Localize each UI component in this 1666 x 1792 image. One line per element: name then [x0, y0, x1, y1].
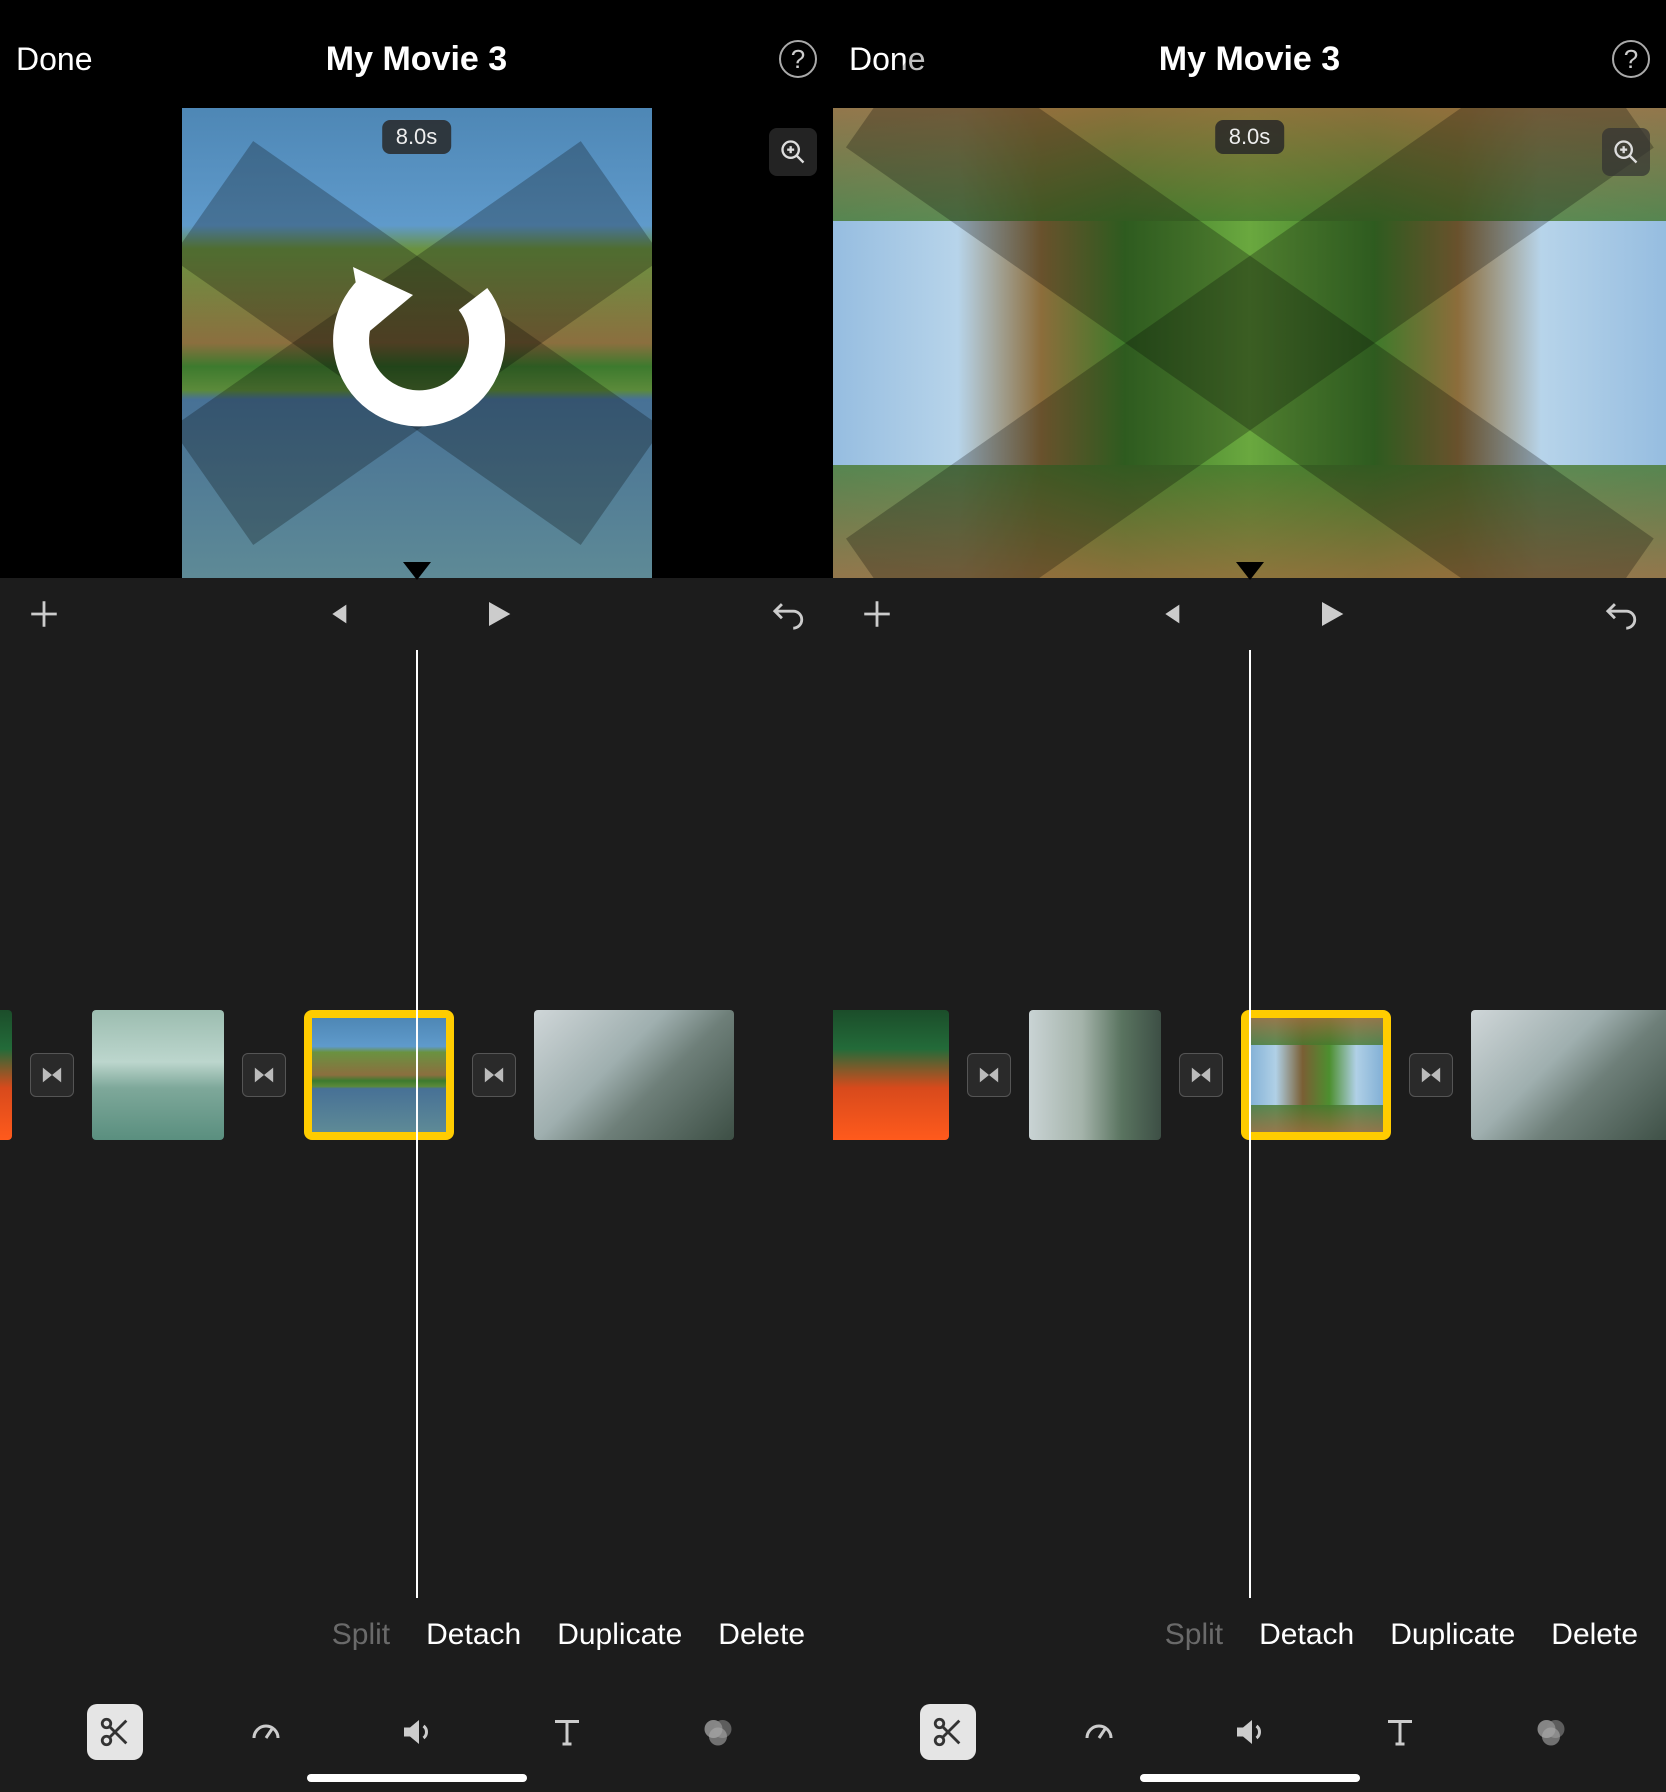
plus-icon	[27, 597, 61, 631]
filters-tool[interactable]	[1523, 1704, 1579, 1760]
help-button[interactable]: ?	[779, 40, 817, 78]
clips-strip	[833, 1010, 1662, 1140]
skip-start-button[interactable]	[317, 594, 357, 634]
header: Done My Movie 3 ?	[833, 0, 1666, 108]
transition-3[interactable]	[472, 1053, 516, 1097]
transition-3[interactable]	[1409, 1053, 1453, 1097]
audio-tool[interactable]	[1221, 1704, 1277, 1760]
playhead-line	[416, 650, 418, 1598]
home-indicator	[307, 1774, 527, 1782]
delete-action[interactable]: Delete	[718, 1618, 805, 1652]
text-icon	[1382, 1714, 1418, 1750]
play-button[interactable]	[477, 594, 517, 634]
done-button[interactable]: Done	[16, 41, 93, 78]
skip-previous-icon	[1156, 600, 1184, 628]
clip-4[interactable]	[534, 1010, 734, 1140]
split-action[interactable]: Split	[332, 1618, 390, 1652]
speedometer-icon	[1081, 1714, 1117, 1750]
playhead-line	[1249, 650, 1251, 1598]
preview-area: 8.0s	[833, 108, 1666, 578]
transport-controls	[0, 578, 833, 650]
scissors-tool[interactable]	[87, 1704, 143, 1760]
plus-icon	[860, 597, 894, 631]
delete-action[interactable]: Delete	[1551, 1618, 1638, 1652]
text-tool[interactable]	[539, 1704, 595, 1760]
play-icon	[1314, 598, 1346, 630]
transition-2[interactable]	[1179, 1053, 1223, 1097]
home-indicator	[1140, 1774, 1360, 1782]
transition-1[interactable]	[967, 1053, 1011, 1097]
preview-video[interactable]: 8.0s	[833, 108, 1666, 578]
clip-1[interactable]	[0, 1010, 12, 1140]
clip-2[interactable]	[92, 1010, 224, 1140]
add-media-button[interactable]	[857, 594, 897, 634]
undo-icon	[772, 597, 806, 631]
scissors-tool[interactable]	[920, 1704, 976, 1760]
clips-strip	[0, 1010, 725, 1140]
filters-tool[interactable]	[690, 1704, 746, 1760]
clip-3-selected[interactable]	[1241, 1010, 1391, 1140]
clip-2[interactable]	[1029, 1010, 1161, 1140]
duplicate-action[interactable]: Duplicate	[557, 1618, 682, 1652]
speed-tool[interactable]	[1071, 1704, 1127, 1760]
transition-1[interactable]	[30, 1053, 74, 1097]
play-icon	[481, 598, 513, 630]
undo-button[interactable]	[1602, 594, 1642, 634]
speedometer-icon	[248, 1714, 284, 1750]
project-title: My Movie 3	[326, 40, 507, 79]
playhead-marker	[1236, 562, 1264, 580]
clip-3-selected[interactable]	[304, 1010, 454, 1140]
magnify-plus-icon	[779, 138, 807, 166]
transition-icon	[1420, 1064, 1442, 1086]
filters-icon	[700, 1714, 736, 1750]
undo-button[interactable]	[769, 594, 809, 634]
magnify-plus-icon	[1612, 138, 1640, 166]
filters-icon	[1533, 1714, 1569, 1750]
timeline[interactable]	[833, 650, 1666, 1598]
preview-video[interactable]: 8.0s	[182, 108, 652, 578]
zoom-button[interactable]	[1602, 128, 1650, 176]
duration-badge: 8.0s	[382, 120, 452, 154]
text-tool[interactable]	[1372, 1704, 1428, 1760]
scissors-icon	[98, 1715, 132, 1749]
preview-area: 8.0s	[0, 108, 833, 578]
add-media-button[interactable]	[24, 594, 64, 634]
transition-icon	[41, 1064, 63, 1086]
transport-controls	[833, 578, 1666, 650]
help-button[interactable]: ?	[1612, 40, 1650, 78]
transition-icon	[1190, 1064, 1212, 1086]
scissors-icon	[931, 1715, 965, 1749]
transition-2[interactable]	[242, 1053, 286, 1097]
left-pane: Done My Movie 3 ? 8.0s	[0, 0, 833, 1792]
clip-actions: Split Detach Duplicate Delete	[0, 1598, 833, 1672]
speaker-icon	[1231, 1714, 1267, 1750]
speed-tool[interactable]	[238, 1704, 294, 1760]
clip-1[interactable]	[833, 1010, 949, 1140]
detach-action[interactable]: Detach	[426, 1618, 521, 1652]
timeline[interactable]	[0, 650, 833, 1598]
header: Done My Movie 3 ?	[0, 0, 833, 108]
clip-4[interactable]	[1471, 1010, 1666, 1140]
split-action[interactable]: Split	[1165, 1618, 1223, 1652]
duplicate-action[interactable]: Duplicate	[1390, 1618, 1515, 1652]
transition-icon	[978, 1064, 1000, 1086]
done-button[interactable]: Done	[849, 41, 926, 78]
text-icon	[549, 1714, 585, 1750]
duration-badge: 8.0s	[1215, 120, 1285, 154]
clip-actions: Split Detach Duplicate Delete	[833, 1598, 1666, 1672]
skip-start-button[interactable]	[1150, 594, 1190, 634]
undo-icon	[1605, 597, 1639, 631]
project-title: My Movie 3	[1159, 40, 1340, 79]
detach-action[interactable]: Detach	[1259, 1618, 1354, 1652]
speaker-icon	[398, 1714, 434, 1750]
skip-previous-icon	[323, 600, 351, 628]
playhead-marker	[403, 562, 431, 580]
transition-icon	[253, 1064, 275, 1086]
zoom-button[interactable]	[769, 128, 817, 176]
transition-icon	[483, 1064, 505, 1086]
right-pane: Done My Movie 3 ? 8.0s	[833, 0, 1666, 1792]
audio-tool[interactable]	[388, 1704, 444, 1760]
play-button[interactable]	[1310, 594, 1350, 634]
